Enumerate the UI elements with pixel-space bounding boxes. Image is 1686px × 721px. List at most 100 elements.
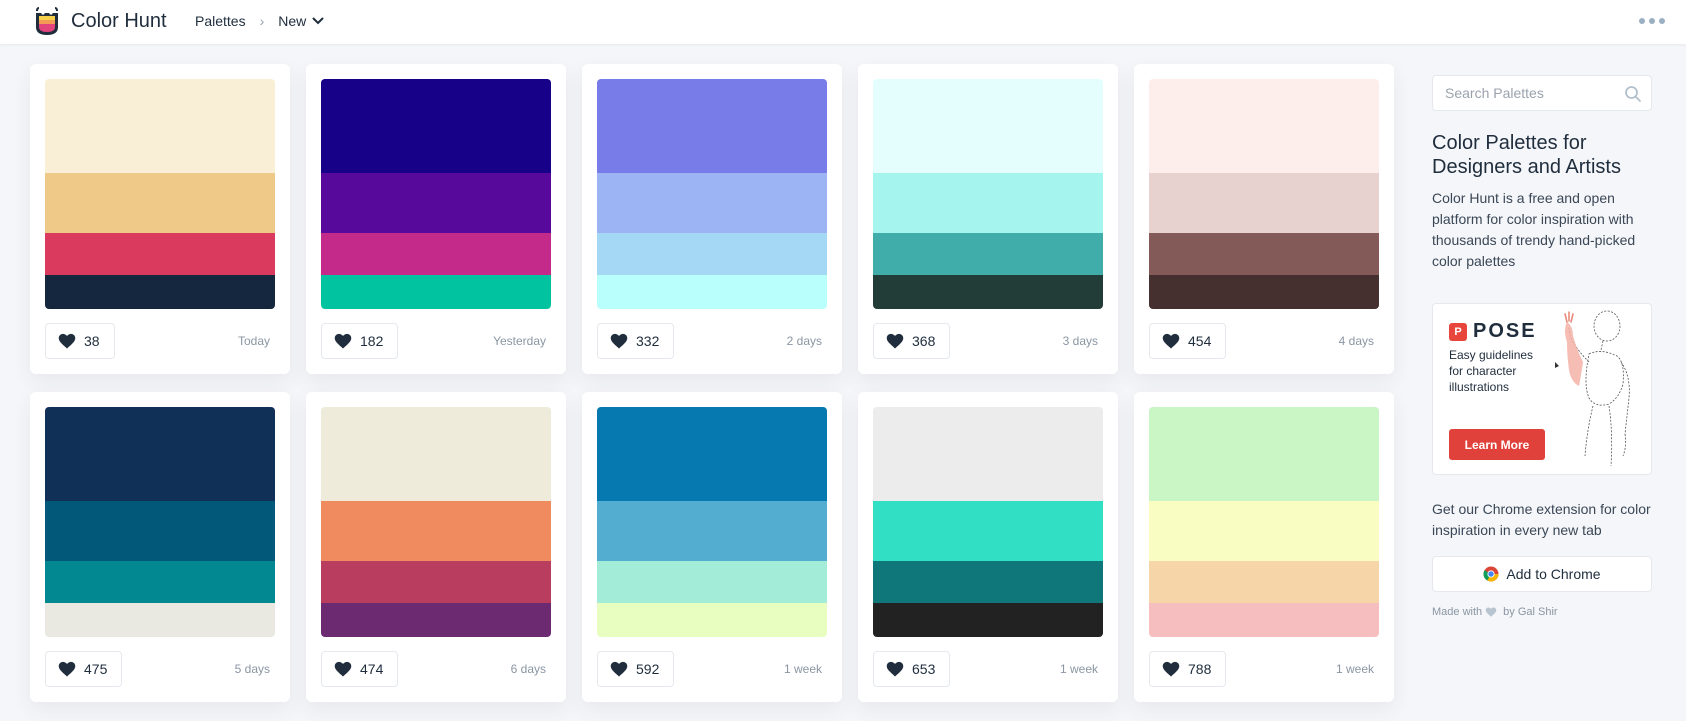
color-swatch[interactable] [45, 561, 275, 603]
like-button[interactable]: 454 [1149, 323, 1227, 359]
color-swatch[interactable] [321, 561, 551, 603]
palette-card: 182 Yesterday [306, 64, 566, 374]
ad-brand-mark: P [1449, 322, 1467, 341]
ad-text: Easy guidelines for character illustrati… [1449, 348, 1534, 394]
color-swatch[interactable] [1149, 603, 1379, 637]
like-button[interactable]: 474 [321, 651, 399, 687]
color-swatch[interactable] [597, 501, 827, 561]
palette-swatches[interactable] [1149, 79, 1379, 309]
brand-home-link[interactable]: Color Hunt [33, 5, 167, 37]
palette-card: 653 1 week [858, 392, 1118, 702]
footer-credit: Made with by Gal Shir [1432, 606, 1558, 618]
palette-swatches[interactable] [45, 79, 275, 309]
palette-card: 474 6 days [306, 392, 566, 702]
color-swatch[interactable] [321, 501, 551, 561]
like-button[interactable]: 653 [873, 651, 951, 687]
color-swatch[interactable] [873, 173, 1103, 233]
extension-promo-text: Get our Chrome extension for color inspi… [1432, 501, 1651, 538]
color-swatch[interactable] [597, 275, 827, 309]
ad-brand-name: POSE [1473, 320, 1537, 342]
palette-swatches[interactable] [873, 407, 1103, 637]
breadcrumb-palettes[interactable]: Palettes [195, 13, 246, 29]
like-count: 454 [1188, 333, 1212, 349]
mannequin-illustration-icon [1555, 310, 1630, 467]
color-swatch[interactable] [873, 407, 1103, 501]
color-swatch[interactable] [873, 233, 1103, 275]
color-swatch[interactable] [873, 79, 1103, 173]
sort-dropdown-label: New [278, 13, 307, 29]
color-swatch[interactable] [597, 561, 827, 603]
color-swatch[interactable] [597, 407, 827, 501]
palette-card: 38 Today [30, 64, 290, 374]
sponsored-ad[interactable]: P POSE Easy guidelines for character ill… [1432, 303, 1652, 475]
search-icon[interactable] [1624, 85, 1642, 103]
like-button[interactable]: 182 [321, 323, 399, 359]
heart-icon [334, 661, 352, 677]
palette-date: 2 days [786, 334, 822, 348]
heart-icon [1162, 333, 1180, 349]
like-button[interactable]: 475 [45, 651, 123, 687]
top-nav: Color Hunt Palettes › New [0, 0, 1686, 44]
color-swatch[interactable] [597, 233, 827, 275]
color-swatch[interactable] [1149, 501, 1379, 561]
like-count: 653 [912, 661, 936, 677]
palette-swatches[interactable] [45, 407, 275, 637]
like-button[interactable]: 368 [873, 323, 951, 359]
add-to-chrome-label: Add to Chrome [1506, 566, 1601, 582]
color-swatch[interactable] [45, 79, 275, 173]
color-swatch[interactable] [873, 561, 1103, 603]
author-link[interactable]: by Gal Shir [1503, 606, 1557, 618]
color-swatch[interactable] [45, 603, 275, 637]
like-button[interactable]: 38 [45, 323, 115, 359]
sort-dropdown[interactable]: New [278, 13, 324, 29]
color-swatch[interactable] [321, 233, 551, 275]
palette-date: 3 days [1062, 334, 1098, 348]
palette-swatches[interactable] [321, 79, 551, 309]
learn-more-button[interactable]: Learn More [1449, 429, 1545, 460]
add-to-chrome-button[interactable]: Add to Chrome [1432, 556, 1652, 592]
color-swatch[interactable] [1149, 173, 1379, 233]
like-count: 182 [360, 333, 384, 349]
color-swatch[interactable] [1149, 407, 1379, 501]
palette-date: 1 week [783, 662, 822, 676]
color-swatch[interactable] [873, 501, 1103, 561]
color-swatch[interactable] [45, 173, 275, 233]
color-swatch[interactable] [321, 79, 551, 173]
palette-swatches[interactable] [873, 79, 1103, 309]
like-count: 38 [84, 333, 100, 349]
heart-icon [334, 333, 352, 349]
more-options-icon[interactable] [1639, 16, 1665, 26]
palette-swatches[interactable] [597, 79, 827, 309]
sidebar-title: Color Palettes for Designers and Artists [1432, 132, 1621, 178]
made-with-text: Made with [1432, 606, 1483, 618]
color-swatch[interactable] [45, 275, 275, 309]
palette-card: 788 1 week [1134, 392, 1394, 702]
color-swatch[interactable] [321, 603, 551, 637]
color-swatch[interactable] [1149, 275, 1379, 309]
palette-swatches[interactable] [597, 407, 827, 637]
color-swatch[interactable] [321, 173, 551, 233]
palette-date: 1 week [1059, 662, 1098, 676]
color-swatch[interactable] [1149, 233, 1379, 275]
like-count: 474 [360, 661, 384, 677]
color-swatch[interactable] [873, 275, 1103, 309]
color-swatch[interactable] [321, 407, 551, 501]
color-swatch[interactable] [873, 603, 1103, 637]
heart-icon [58, 661, 76, 677]
color-swatch[interactable] [45, 233, 275, 275]
like-button[interactable]: 788 [1149, 651, 1227, 687]
color-swatch[interactable] [597, 603, 827, 637]
like-button[interactable]: 592 [597, 651, 675, 687]
search-input[interactable] [1433, 76, 1613, 110]
color-swatch[interactable] [597, 173, 827, 233]
color-swatch[interactable] [45, 501, 275, 561]
color-swatch[interactable] [597, 79, 827, 173]
like-button[interactable]: 332 [597, 323, 675, 359]
color-swatch[interactable] [1149, 79, 1379, 173]
palette-swatches[interactable] [321, 407, 551, 637]
color-swatch[interactable] [1149, 561, 1379, 603]
heart-icon [610, 661, 628, 677]
color-swatch[interactable] [45, 407, 275, 501]
color-swatch[interactable] [321, 275, 551, 309]
palette-swatches[interactable] [1149, 407, 1379, 637]
